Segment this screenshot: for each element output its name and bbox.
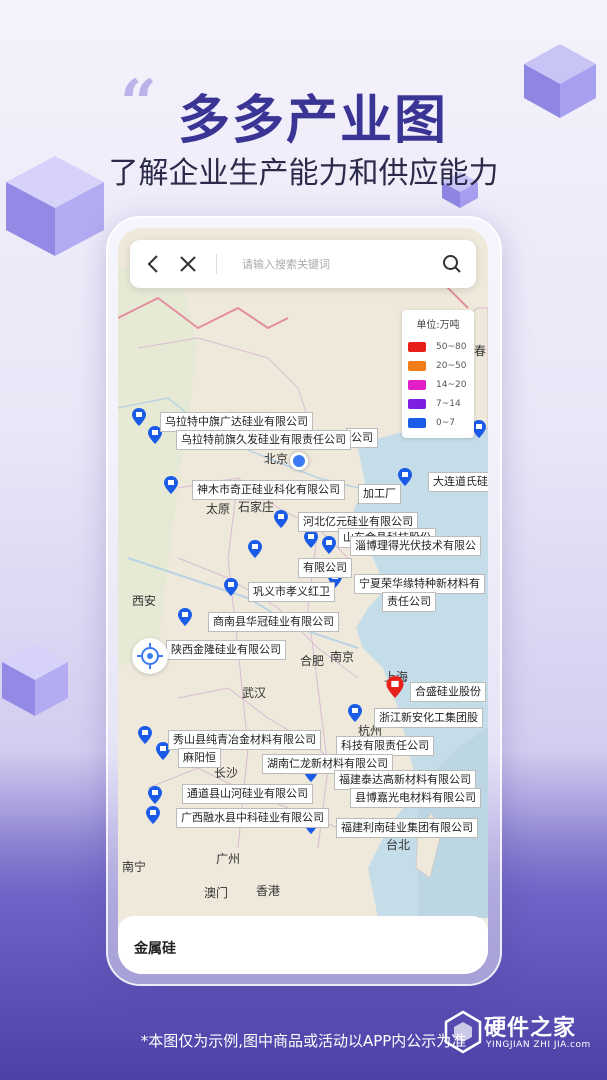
city-guangzhou: 广州 <box>216 852 241 866</box>
watermark-name: 硬件之家 <box>484 1016 577 1041</box>
company-label[interactable]: 乌拉特中旗广达硅业有限公司 <box>160 412 313 432</box>
company-label[interactable]: 陕西金隆硅业有限公司 <box>166 640 286 660</box>
company-label[interactable]: 宁夏荣华缘特种新材料有 <box>354 574 485 594</box>
company-label[interactable]: 乌拉特前旗久发硅业有限责任公司 <box>176 430 351 450</box>
company-label[interactable]: 大连道氏硅 <box>428 472 488 492</box>
city-nanning: 南宁 <box>122 860 147 874</box>
company-label[interactable]: 通道县山河硅业有限公司 <box>182 784 313 804</box>
legend-title: 单位:万吨 <box>416 320 460 331</box>
search-input[interactable]: 请输入搜索关键词 <box>242 256 330 272</box>
back-icon[interactable] <box>142 252 166 276</box>
capacity-legend: 单位:万吨 50~80 20~50 14~20 7~14 0~7 <box>402 310 474 438</box>
map-pin-icon[interactable] <box>138 726 152 744</box>
company-label[interactable]: 福建泰达高新材料有限公司 <box>334 770 476 790</box>
search-bar: 请输入搜索关键词 <box>130 240 476 288</box>
map-pin-icon[interactable] <box>132 408 146 426</box>
company-label[interactable]: 巩义市孝义红卫 <box>248 582 335 602</box>
city-nanjing: 南京 <box>330 650 355 664</box>
map-pin-red-icon[interactable] <box>386 676 404 698</box>
map-pin-icon[interactable] <box>274 510 288 528</box>
map-pin-icon[interactable] <box>224 578 238 596</box>
city-xian: 西安 <box>132 594 157 608</box>
map-pin-icon[interactable] <box>146 806 160 824</box>
company-label[interactable]: 合盛硅业股份 <box>410 682 486 702</box>
city-wuhan: 武汉 <box>242 686 267 700</box>
watermark-logo-icon <box>444 1010 482 1054</box>
legend-item: 0~7 <box>408 413 468 432</box>
phone-screen: 北京 太原 石家庄 西安 合肥 南京 上海 武汉 杭州 长沙 台北 南宁 广州 … <box>118 228 488 974</box>
sheet-title: 金属硅 <box>134 941 176 957</box>
divider <box>216 254 217 274</box>
page-title: 多多产业图 <box>178 91 449 151</box>
map-pin-icon[interactable] <box>178 608 192 626</box>
legend-item: 50~80 <box>408 337 468 356</box>
map-pin-icon[interactable] <box>322 536 336 554</box>
company-label[interactable]: 有限公司 <box>298 558 352 578</box>
locate-button[interactable] <box>132 638 168 674</box>
map-pin-icon[interactable] <box>304 530 318 548</box>
legend-item: 14~20 <box>408 375 468 394</box>
map-pin-icon[interactable] <box>348 704 362 722</box>
close-icon[interactable] <box>176 252 200 276</box>
page-subtitle: 了解企业生产能力和供应能力 <box>108 156 499 191</box>
current-location-dot <box>290 452 308 470</box>
company-label[interactable]: 福建利南硅业集团有限公司 <box>336 818 478 838</box>
city-taibei: 台北 <box>386 838 411 852</box>
city-chun: 春 <box>474 344 487 358</box>
crosshair-icon <box>137 643 163 669</box>
quote-mark-icon: “ <box>120 66 157 141</box>
company-label[interactable]: 商南县华冠硅业有限公司 <box>208 612 339 632</box>
company-label[interactable]: 责任公司 <box>382 592 436 612</box>
company-label[interactable]: 县博嘉光电材料有限公司 <box>350 788 481 808</box>
city-aomen: 澳门 <box>204 886 229 900</box>
legend-item: 7~14 <box>408 394 468 413</box>
watermark: 硬件之家 YINGJIAN ZHI JIA.com <box>444 1008 594 1058</box>
cube-decoration-top-right <box>524 44 596 118</box>
company-label[interactable]: 麻阳恒 <box>178 748 221 768</box>
company-label[interactable]: 浙江新安化工集团股 <box>374 708 483 728</box>
city-xianggang: 香港 <box>256 884 281 898</box>
company-label[interactable]: 神木市奇正硅业科化有限公司 <box>192 480 345 500</box>
city-taiyuan: 太原 <box>206 502 231 516</box>
cube-decoration-mid-left <box>2 644 68 716</box>
city-beijing: 北京 <box>264 452 289 466</box>
city-shijiazhuang: 石家庄 <box>238 500 275 514</box>
search-icon[interactable] <box>440 252 464 276</box>
city-hefei: 合肥 <box>300 654 325 668</box>
company-label[interactable]: 科技有限责任公司 <box>336 736 434 756</box>
map-pin-icon[interactable] <box>248 540 262 558</box>
company-label[interactable]: 广西融水县中科硅业有限公司 <box>176 808 329 828</box>
watermark-url: YINGJIAN ZHI JIA.com <box>486 1040 591 1050</box>
map-pin-icon[interactable] <box>472 420 486 438</box>
bottom-sheet[interactable]: 金属硅 <box>118 916 488 974</box>
company-label[interactable]: 秀山县纯青冶金材料有限公司 <box>168 730 321 750</box>
legend-item: 20~50 <box>408 356 468 375</box>
map-pin-icon[interactable] <box>164 476 178 494</box>
company-label[interactable]: 淄博理得光伏技术有限公 <box>350 536 481 556</box>
company-label[interactable]: 加工厂 <box>358 484 401 504</box>
map-pin-icon[interactable] <box>148 786 162 804</box>
